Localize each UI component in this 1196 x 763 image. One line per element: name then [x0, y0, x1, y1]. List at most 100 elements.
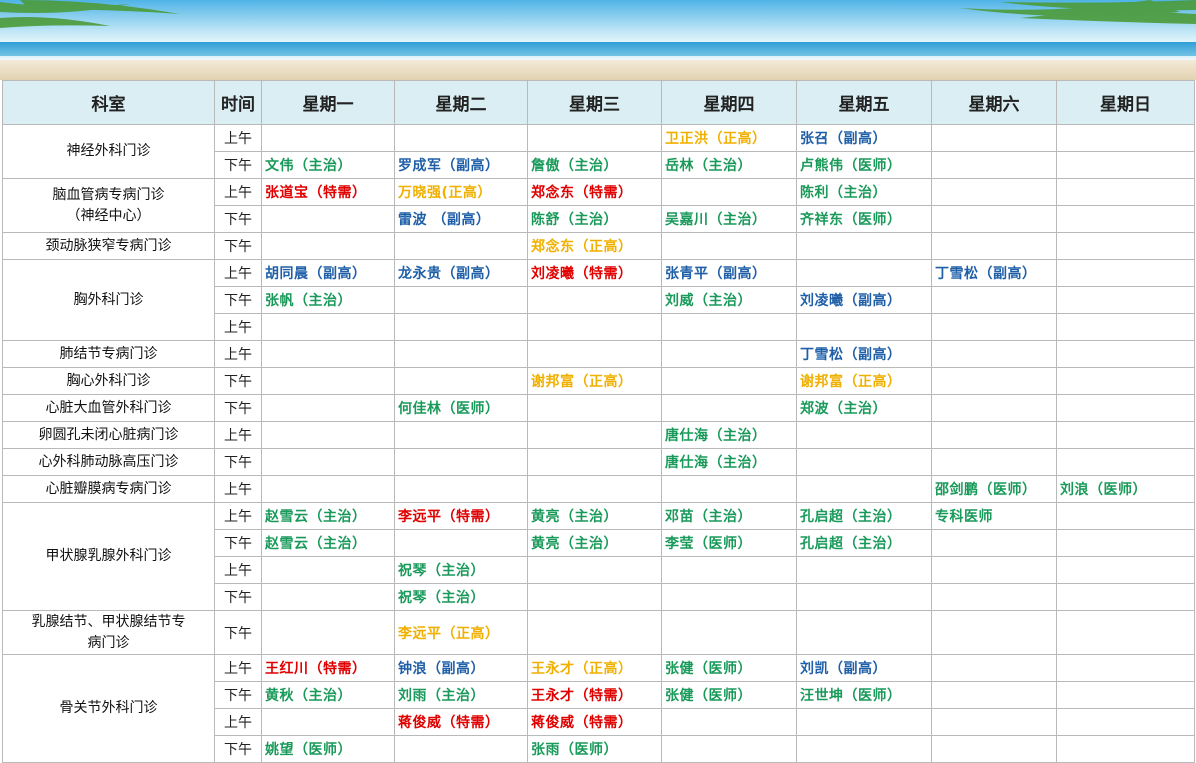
header-row: 科室 时间 星期一 星期二 星期三 星期四 星期五 星期六 星期日 — [2, 80, 1195, 125]
doctor-cell — [931, 286, 1057, 314]
time-slot-cell: 下午 — [214, 529, 262, 557]
time-slot-cell: 上午 — [214, 313, 262, 341]
doctor-cell: 张健（医师） — [661, 654, 797, 682]
doctor-cell — [931, 178, 1057, 206]
doctor-cell — [661, 232, 797, 260]
doctor-cell: 唐仕海（主治） — [661, 448, 797, 476]
doctor-cell — [1056, 448, 1195, 476]
doctor-cell: 邓苗（主治） — [661, 502, 797, 530]
doctor-cell — [1056, 681, 1195, 709]
header-friday: 星期五 — [796, 80, 932, 125]
doctor-cell: 雷波 （副高） — [394, 205, 528, 233]
doctor-cell — [931, 367, 1057, 395]
doctor-cell — [796, 421, 932, 449]
doctor-cell: 汪世坤（医师） — [796, 681, 932, 709]
doctor-cell — [261, 610, 395, 655]
doctor-cell — [931, 610, 1057, 655]
time-slot-cell: 上午 — [214, 178, 262, 206]
doctor-cell: 刘凌曦（副高） — [796, 286, 932, 314]
doctor-cell — [1056, 232, 1195, 260]
doctor-cell — [796, 610, 932, 655]
doctor-cell — [1056, 286, 1195, 314]
doctor-cell — [261, 448, 395, 476]
doctor-cell — [796, 313, 932, 341]
doctor-cell — [1056, 735, 1195, 763]
time-slot-cell: 下午 — [214, 151, 262, 179]
doctor-cell: 张青平（副高） — [661, 259, 797, 287]
doctor-cell — [527, 556, 662, 584]
doctor-cell: 王永才（正高） — [527, 654, 662, 682]
time-slot-cell: 下午 — [214, 232, 262, 260]
doctor-cell — [261, 394, 395, 422]
doctor-cell — [661, 610, 797, 655]
doctor-cell — [527, 421, 662, 449]
doctor-cell — [261, 205, 395, 233]
doctor-cell: 赵雪云（主治） — [261, 529, 395, 557]
doctor-cell — [796, 708, 932, 736]
doctor-cell: 孔启超（主治） — [796, 529, 932, 557]
doctor-cell — [931, 556, 1057, 584]
doctor-cell — [394, 529, 528, 557]
doctor-cell: 赵雪云（主治） — [261, 502, 395, 530]
header-thursday: 星期四 — [661, 80, 797, 125]
doctor-cell — [1056, 394, 1195, 422]
doctor-cell: 黄秋（主治） — [261, 681, 395, 709]
department-cell: 心外科肺动脉高压门诊 — [2, 448, 215, 476]
doctor-cell — [527, 286, 662, 314]
doctor-cell — [661, 735, 797, 763]
doctor-cell: 钟浪（副高） — [394, 654, 528, 682]
doctor-cell: 罗成军（副高） — [394, 151, 528, 179]
time-slot-cell: 上午 — [214, 124, 262, 152]
doctor-cell: 郑念东（特需） — [527, 178, 662, 206]
time-slot-cell: 下午 — [214, 205, 262, 233]
doctor-cell: 丁雪松（副高） — [931, 259, 1057, 287]
doctor-cell — [1056, 340, 1195, 368]
doctor-cell — [931, 529, 1057, 557]
doctor-cell — [527, 448, 662, 476]
doctor-cell: 王红川（特需） — [261, 654, 395, 682]
doctor-cell — [661, 556, 797, 584]
time-slot-cell: 上午 — [214, 259, 262, 287]
doctor-cell — [1056, 124, 1195, 152]
doctor-cell: 卢熊伟（医师） — [796, 151, 932, 179]
doctor-cell: 谢邦富（正高） — [796, 367, 932, 395]
doctor-cell: 蒋俊威（特需） — [527, 708, 662, 736]
table-row: 心脏大血管外科门诊 下午 何佳林（医师） 郑波（主治） — [2, 394, 1195, 422]
doctor-cell — [261, 340, 395, 368]
table-row: 心外科肺动脉高压门诊 下午 唐仕海（主治） — [2, 448, 1195, 476]
doctor-cell — [394, 367, 528, 395]
time-slot-cell: 上午 — [214, 475, 262, 503]
time-slot-cell: 上午 — [214, 556, 262, 584]
doctor-cell — [661, 340, 797, 368]
doctor-cell: 王永才（特需） — [527, 681, 662, 709]
doctor-cell — [394, 286, 528, 314]
time-slot-cell: 上午 — [214, 502, 262, 530]
header-time: 时间 — [214, 80, 262, 125]
doctor-cell — [261, 708, 395, 736]
header-saturday: 星期六 — [931, 80, 1057, 125]
doctor-cell — [1056, 610, 1195, 655]
doctor-cell — [931, 735, 1057, 763]
doctor-cell — [394, 735, 528, 763]
time-slot-cell: 下午 — [214, 367, 262, 395]
table-row: 骨关节外科门诊 上午 王红川（特需） 钟浪（副高） 王永才（正高） 张健（医师） 刘凯（副高… — [2, 654, 1195, 763]
time-slot-cell: 上午 — [214, 708, 262, 736]
table-row: 胸心外科门诊 下午 谢邦富（正高） 谢邦富（正高） — [2, 367, 1195, 395]
doctor-cell — [931, 654, 1057, 682]
doctor-cell — [527, 610, 662, 655]
doctor-cell — [1056, 205, 1195, 233]
doctor-cell — [661, 367, 797, 395]
doctor-cell — [394, 448, 528, 476]
time-slot-cell: 下午 — [214, 610, 262, 655]
doctor-cell: 蒋俊威（特需） — [394, 708, 528, 736]
doctor-cell — [527, 475, 662, 503]
doctor-cell: 陈利（主治） — [796, 178, 932, 206]
doctor-cell — [796, 556, 932, 584]
department-cell: 乳腺结节、甲状腺结节专 病门诊 — [2, 610, 215, 655]
time-slot-cell: 下午 — [214, 681, 262, 709]
doctor-cell — [394, 340, 528, 368]
department-cell: 胸外科门诊 — [2, 259, 215, 341]
doctor-cell: 祝琴（主治） — [394, 583, 528, 611]
doctor-cell — [527, 313, 662, 341]
doctor-cell — [394, 421, 528, 449]
